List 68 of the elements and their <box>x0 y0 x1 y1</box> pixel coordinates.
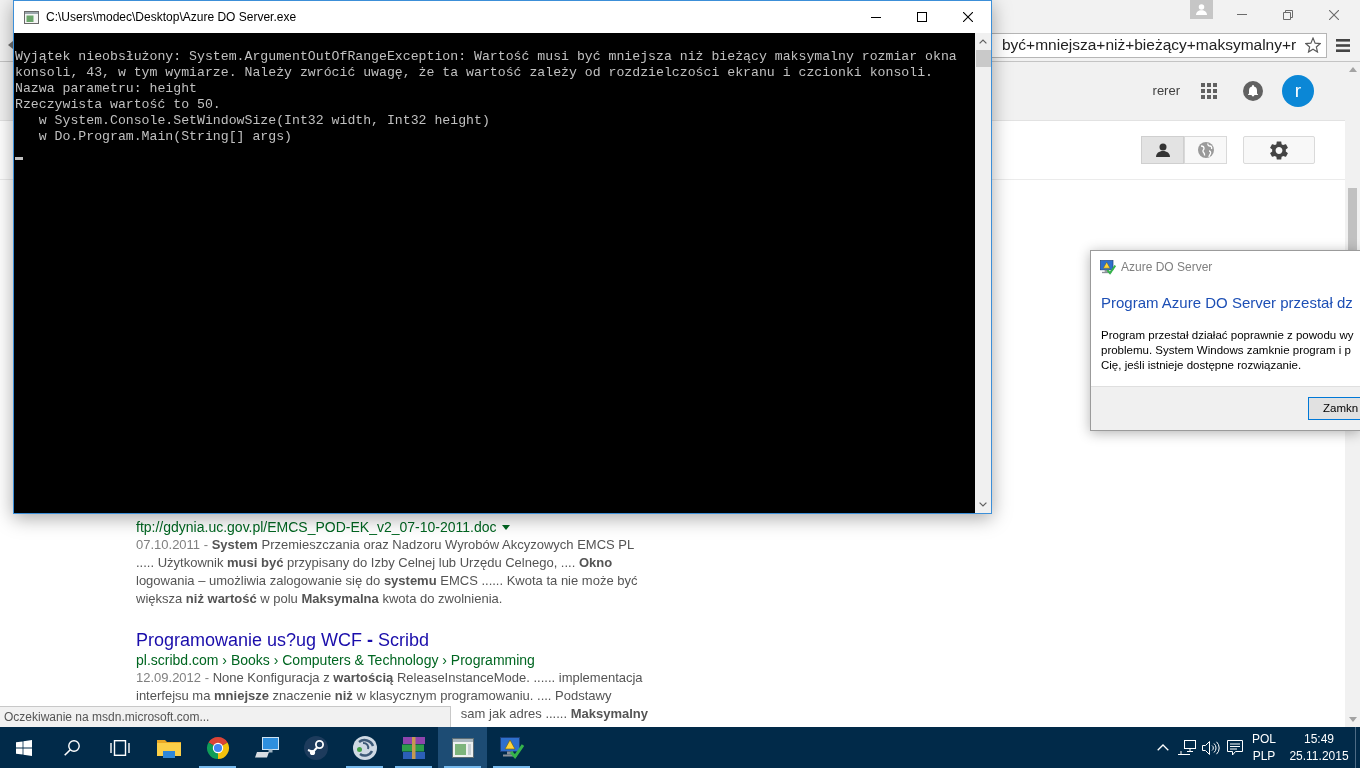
windows-logo-icon <box>16 739 32 756</box>
dialog-message-line: Program przestał działać poprawnie z powodu wy <box>1101 328 1354 343</box>
dialog-heading: Program Azure DO Server przestał dz <box>1101 293 1353 313</box>
dialog-button[interactable]: Zamkn <box>1308 397 1360 420</box>
folder-icon <box>156 737 181 758</box>
dialog-message-line: problemu. System Windows zamknie program i p <box>1101 343 1351 358</box>
apps-grid-icon[interactable] <box>1201 83 1217 99</box>
minimize-icon <box>871 16 881 18</box>
globe-icon <box>1197 142 1214 158</box>
status-bar: Oczekiwanie na msdn.microsoft.com... <box>0 706 451 727</box>
scrollbar-thumb[interactable] <box>975 50 991 67</box>
caret-down-icon[interactable] <box>501 524 510 530</box>
search-icon <box>64 739 80 756</box>
input-language[interactable]: POL <box>1252 730 1276 748</box>
computer-icon <box>254 737 279 758</box>
close-icon <box>963 12 973 22</box>
swirl-logo-icon <box>352 735 377 760</box>
close-icon <box>1329 9 1339 20</box>
cursor-icon <box>15 157 23 160</box>
window-title: C:\Users\modec\Desktop\Azure DO Server.exe <box>46 9 297 26</box>
monitor-warning-icon <box>1100 259 1116 275</box>
caret-up-icon[interactable] <box>1157 744 1169 751</box>
view-toggle-button[interactable] <box>1141 136 1184 164</box>
taskbar-button[interactable] <box>438 727 487 768</box>
result-url: ftp://gdynia.uc.gov.pl/EMCS_POD-EK_v2_07-10-2011.doc <box>136 518 497 536</box>
person-icon <box>1155 143 1170 157</box>
books-icon <box>401 736 426 759</box>
result-snippet: 07.10.2011 - System Przemieszczania oraz Nadzoru Wyrobów Akcyzowych EMCS PL ..... Użytkownik musi być przypisany do Izby Celnej lub Urzędu Celnego, .... Okno logowania – umożliwia zalogowanie się do systemu EMCS ...... Kwota ta nie może być większa niż wartość w polu Maksymalna kwota do zwolnienia. <box>136 536 639 608</box>
settings-button[interactable] <box>1243 136 1315 164</box>
browser-icon <box>205 735 230 760</box>
result-title-link[interactable]: Programowanie us?ug WCF - Scribd <box>136 629 430 651</box>
task-view-icon <box>110 739 130 756</box>
scroll-up-icon[interactable] <box>979 39 987 44</box>
keyboard-layout[interactable]: PLP <box>1252 747 1276 765</box>
console-window-icon <box>451 737 474 758</box>
star-icon[interactable] <box>1305 37 1321 53</box>
clock-time[interactable]: 15:49 <box>1304 730 1334 748</box>
network-icon[interactable] <box>1178 739 1196 756</box>
console-line: konsoli, 43, w tym wymiarze. Należy zwrócić uwagę, że ta wartość zależy od rozdzielczości ekranu i czcionki konsoli. <box>15 65 933 81</box>
menu-icon[interactable] <box>1336 38 1350 52</box>
round-logo-icon <box>303 735 328 760</box>
account-avatar[interactable]: r <box>1282 75 1314 107</box>
view-toggle-button[interactable] <box>1184 136 1227 164</box>
clock-date[interactable]: 25.11.2015 <box>1289 747 1349 765</box>
person-icon <box>1196 4 1207 15</box>
notifications-icon[interactable] <box>1227 739 1243 756</box>
console-line: Rzeczywista wartość to 50. <box>15 97 221 113</box>
scrollbar-thumb[interactable] <box>1348 188 1357 250</box>
console-line: Wyjątek nieobsłużony: System.ArgumentOutOfRangeException: Wartość musi być mniejsza niż bieżący maksymalny rozmiar okna <box>15 49 957 65</box>
maximize-icon <box>917 12 927 22</box>
dialog-message-line: Cię, jeśli istnieje dostępne rozwiązanie. <box>1101 358 1302 373</box>
back-arrow-icon[interactable] <box>8 41 13 49</box>
result-url: pl.scribd.com › Books › Computers & Technology › Programming <box>136 651 535 669</box>
console-line: Nazwa parametru: height <box>15 81 198 97</box>
monitor-warning-icon <box>499 736 524 759</box>
notification-bell-icon[interactable] <box>1243 81 1263 101</box>
console-line: w System.Console.SetWindowSize(Int32 width, Int32 height) <box>37 113 490 129</box>
result-snippet-fragment: sam jak adres ...... Maksymalny <box>460 705 648 723</box>
account-name[interactable]: rerer <box>1152 81 1180 101</box>
dialog-title: Azure DO Server <box>1121 259 1213 276</box>
volume-icon[interactable] <box>1202 740 1220 755</box>
console-window-icon <box>24 10 39 24</box>
settings-icon <box>1270 140 1288 160</box>
minimize-icon <box>1237 14 1247 15</box>
restore-icon <box>1283 9 1293 20</box>
scroll-down-icon[interactable] <box>979 502 987 507</box>
address-field[interactable]: być+mniejsza+niż+bieżący+maksymalny+r <box>992 32 1327 58</box>
console-line: w Do.Program.Main(String[] args) <box>37 129 292 145</box>
